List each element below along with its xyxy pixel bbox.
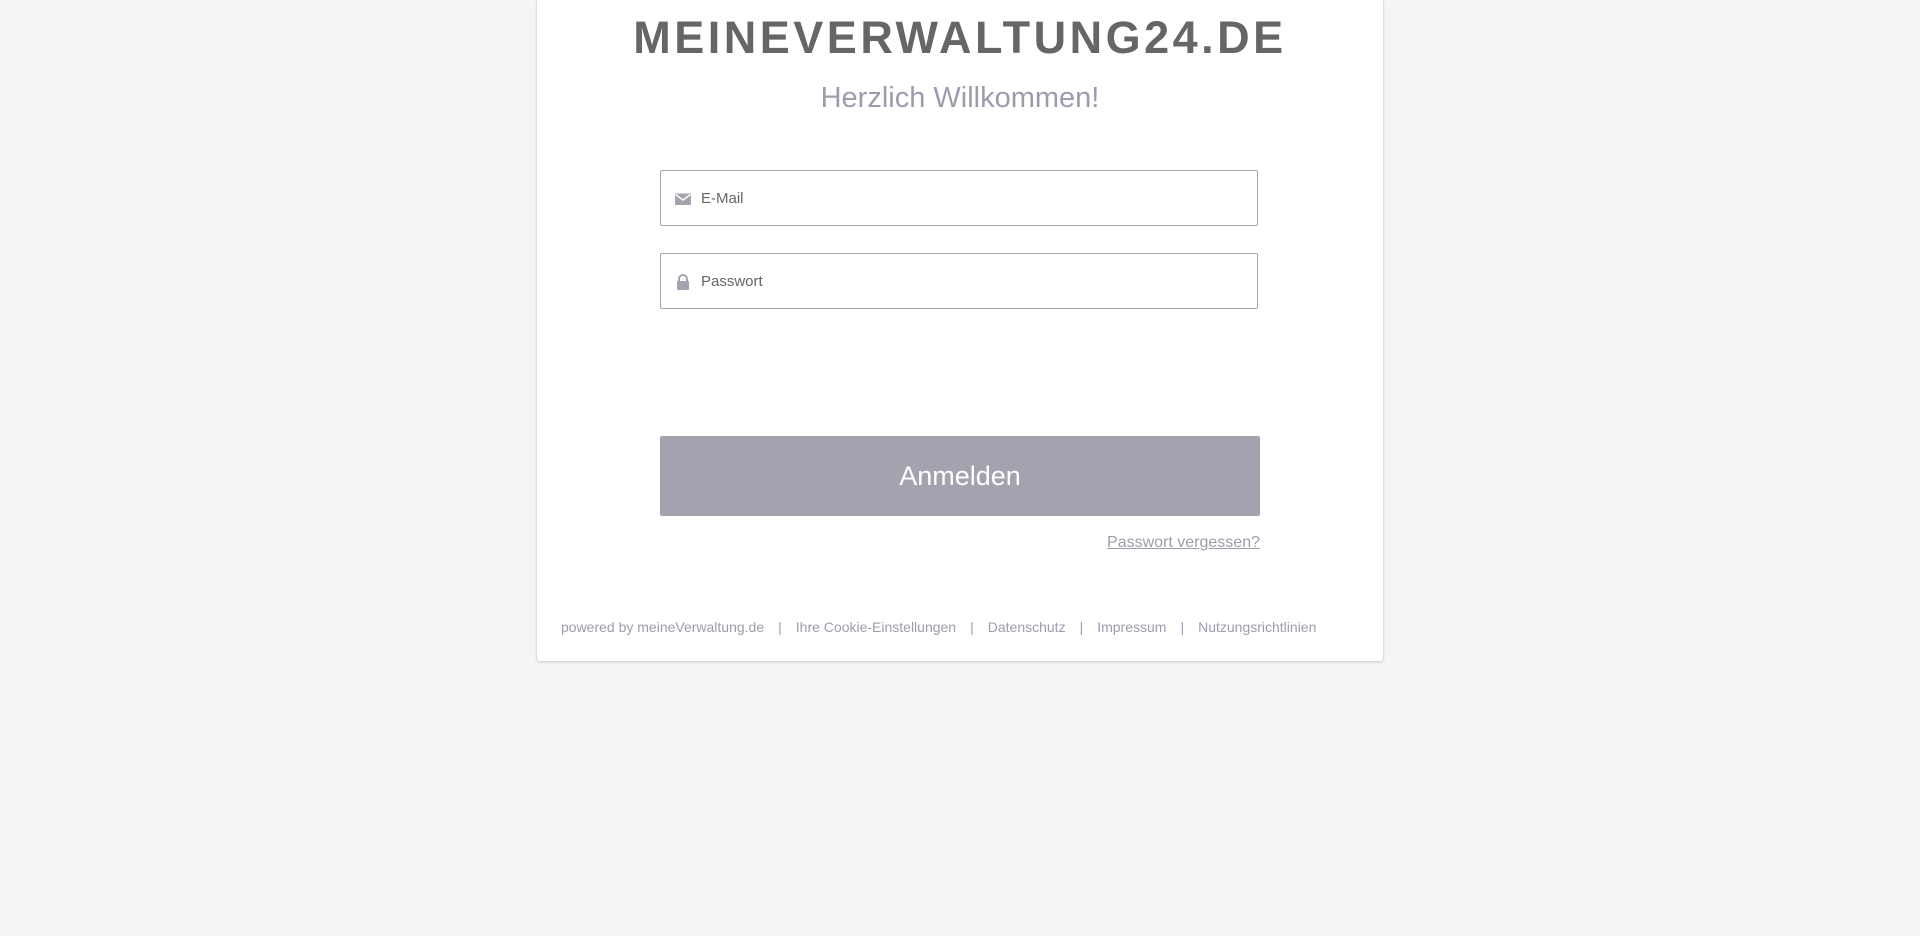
imprint-link[interactable]: Impressum: [1097, 619, 1166, 635]
footer-separator: |: [970, 619, 974, 635]
password-input[interactable]: [701, 254, 1249, 308]
email-input[interactable]: [701, 171, 1249, 225]
forgot-password-link[interactable]: Passwort vergessen?: [1107, 534, 1260, 552]
envelope-icon: [674, 190, 692, 208]
footer-separator: |: [1079, 619, 1084, 635]
cookie-settings-link[interactable]: Ihre Cookie-Einstellungen: [796, 619, 956, 635]
lock-icon: [674, 273, 692, 291]
powered-by-text: powered by meineVerwaltung.de: [561, 619, 765, 635]
password-field[interactable]: [660, 253, 1258, 309]
footer: powered by meineVerwaltung.de | Ihre Cooki…: [561, 617, 1361, 637]
email-field[interactable]: [660, 170, 1258, 226]
login-card: MEINEVERWALTUNG24.DE Herzlich Willkommen…: [537, 0, 1383, 661]
login-button[interactable]: Anmelden: [660, 436, 1260, 516]
footer-separator: |: [1180, 619, 1185, 635]
privacy-link[interactable]: Datenschutz: [988, 619, 1066, 635]
welcome-subtitle: Herzlich Willkommen!: [820, 82, 1100, 114]
footer-separator: |: [778, 619, 782, 635]
brand-title: MEINEVERWALTUNG24.DE: [633, 12, 1287, 63]
terms-link[interactable]: Nutzungsrichtlinien: [1198, 619, 1316, 635]
